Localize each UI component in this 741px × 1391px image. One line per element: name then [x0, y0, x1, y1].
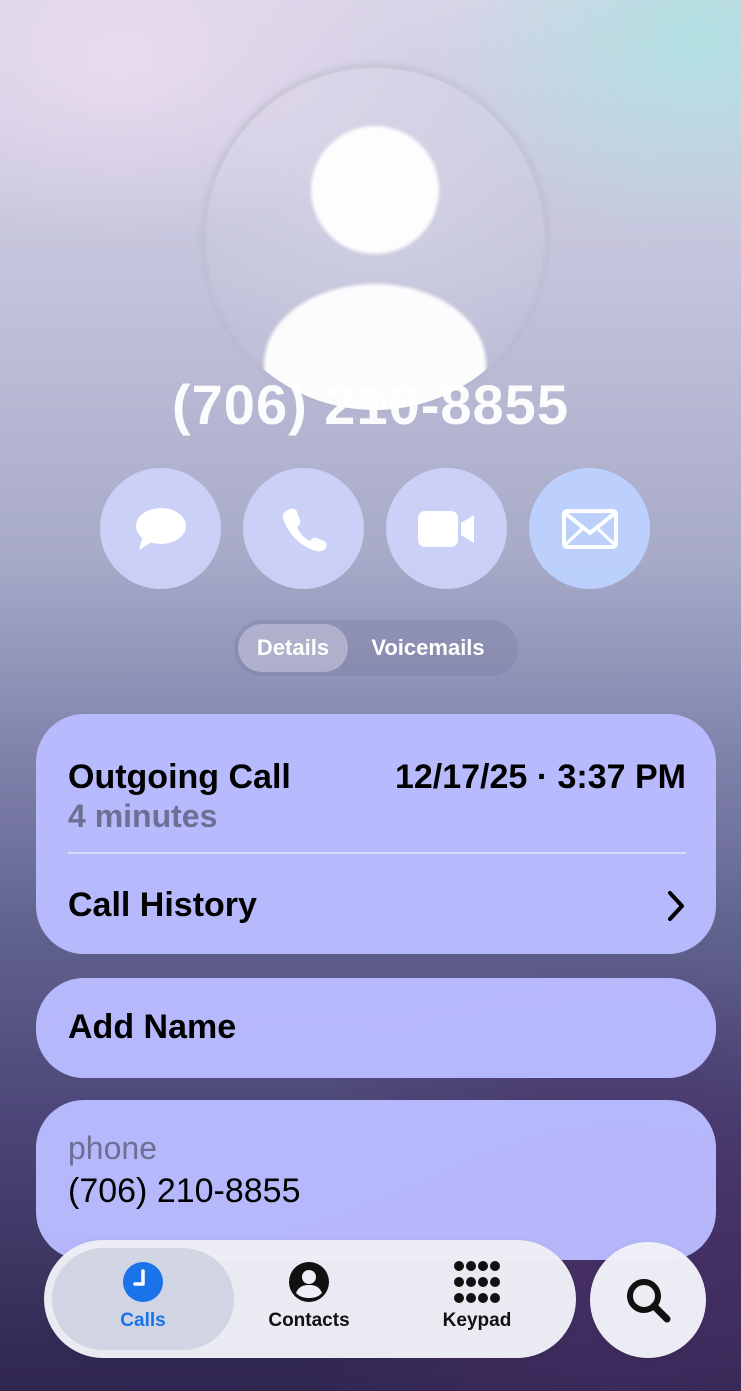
- tab-keypad[interactable]: Keypad: [402, 1260, 552, 1340]
- bottom-tab-bar: Calls Contacts Keypad: [44, 1240, 576, 1358]
- call-type: Outgoing Call: [68, 758, 291, 796]
- tab-calls-label: Calls: [120, 1310, 166, 1331]
- tab-calls[interactable]: Calls: [68, 1260, 218, 1340]
- add-name-label: Add Name: [68, 1008, 237, 1046]
- call-button[interactable]: [243, 468, 364, 589]
- contact-actions: [100, 468, 650, 589]
- video-call-button[interactable]: [386, 468, 507, 589]
- call-history-label: Call History: [68, 886, 257, 924]
- recent-call-card: Outgoing Call 12/17/25 · 3:37 PM 4 minut…: [36, 714, 716, 954]
- phone-field-label: phone: [68, 1130, 157, 1166]
- contact-detail-screen: UNKNOWN (706) 210-8855 Details Voicemail…: [0, 0, 741, 1391]
- tab-contacts-label: Contacts: [268, 1310, 350, 1331]
- tab-details[interactable]: Details: [238, 624, 348, 672]
- chevron-right-icon: [668, 891, 684, 921]
- contact-phone-title: (706) 210-8855: [172, 373, 569, 436]
- phone-field-card[interactable]: phone (706) 210-8855: [36, 1100, 716, 1260]
- phone-field-value: (706) 210-8855: [68, 1172, 301, 1210]
- add-name-button[interactable]: Add Name: [36, 978, 716, 1078]
- contact-avatar: UNKNOWN: [202, 64, 548, 410]
- mail-icon: [561, 508, 618, 549]
- message-button[interactable]: [100, 468, 221, 589]
- call-history-row[interactable]: Call History: [36, 854, 716, 954]
- details-voicemails-switch: Details Voicemails: [234, 620, 518, 676]
- message-icon: [135, 507, 186, 550]
- mail-button[interactable]: [529, 468, 650, 589]
- video-icon: [417, 510, 474, 547]
- keypad-icon: [454, 1261, 500, 1303]
- avatar-head-shape: [311, 126, 439, 254]
- tab-keypad-label: Keypad: [442, 1310, 512, 1331]
- search-button[interactable]: [590, 1242, 706, 1358]
- tab-contacts[interactable]: Contacts: [234, 1260, 384, 1340]
- call-timestamp: 12/17/25 · 3:37 PM: [394, 758, 686, 796]
- phone-icon: [282, 508, 327, 551]
- search-icon: [627, 1279, 671, 1323]
- call-duration: 4 minutes: [68, 798, 218, 834]
- person-circle-icon: [289, 1262, 329, 1302]
- tab-voicemails[interactable]: Voicemails: [348, 624, 508, 672]
- clock-icon: [123, 1262, 163, 1302]
